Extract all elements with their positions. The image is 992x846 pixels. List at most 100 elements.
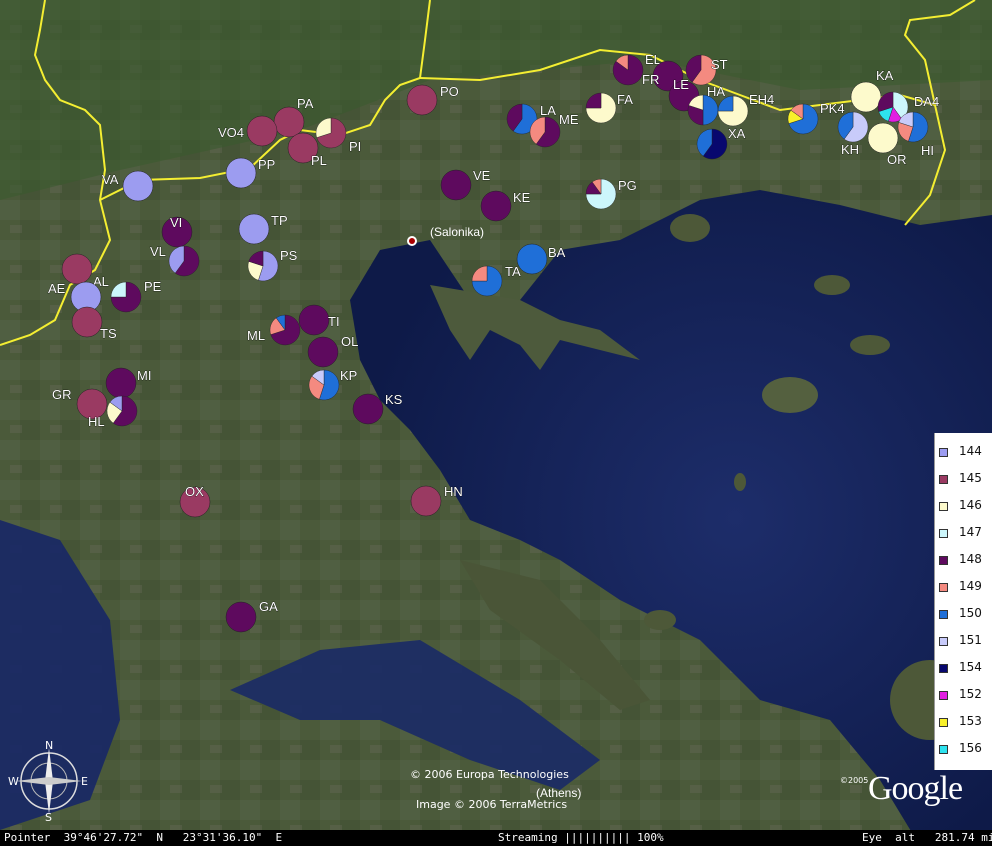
google-logo: Google xyxy=(868,770,963,807)
pie-slice-145 xyxy=(71,306,103,338)
site-label: PK4 xyxy=(820,101,845,116)
legend-swatch xyxy=(939,610,948,619)
legend-label: 145 xyxy=(959,471,982,485)
legend-label: 156 xyxy=(959,741,982,755)
site-label: BA xyxy=(548,245,566,260)
legend-label: 153 xyxy=(959,714,982,728)
haplotype-legend: 144 145 146 147 148 149 150 151 154 152 … xyxy=(934,433,992,770)
site-label: PP xyxy=(258,157,275,172)
legend-item: 156 xyxy=(937,738,989,758)
site-label: PS xyxy=(280,248,298,263)
site-label: TI xyxy=(328,314,340,329)
pie-slice-144 xyxy=(122,170,154,202)
site-label: HN xyxy=(444,484,463,499)
site-label: LA xyxy=(540,103,556,118)
legend-swatch xyxy=(939,475,948,484)
site-label: VE xyxy=(473,168,491,183)
site-label: VA xyxy=(102,172,119,187)
legend-label: 144 xyxy=(959,444,982,458)
pie-slice-145 xyxy=(273,106,305,138)
thasos-island xyxy=(670,214,710,242)
legend-swatch xyxy=(939,691,948,700)
city-marker-dot xyxy=(409,238,415,244)
pie-slice-145 xyxy=(410,485,442,517)
compass-n: N xyxy=(45,740,53,752)
pie-slice-145 xyxy=(246,115,278,147)
pie-slice-145 xyxy=(406,84,438,116)
compass-needle-horizontal xyxy=(16,777,82,785)
pie-slice-146 xyxy=(850,81,882,113)
credit-europa: © 2006 Europa Technologies xyxy=(410,768,569,781)
legend-swatch xyxy=(939,502,948,511)
site-label: TA xyxy=(505,264,521,279)
legend-item: 144 xyxy=(937,441,989,461)
google-year: ©2005 xyxy=(840,776,869,785)
streaming-status: Streaming |||||||||| 100% xyxy=(498,831,664,844)
compass-w: W xyxy=(8,775,19,788)
pie-slice-144 xyxy=(238,213,270,245)
legend-label: 148 xyxy=(959,552,982,566)
site-label: GA xyxy=(259,599,278,614)
legend-item: 154 xyxy=(937,657,989,677)
compass-s: S xyxy=(45,811,52,822)
city-label: (Salonika) xyxy=(430,225,484,239)
site-label: MI xyxy=(137,368,151,383)
legend-label: 154 xyxy=(959,660,982,674)
site-label: PI xyxy=(349,139,361,154)
legend-label: 152 xyxy=(959,687,982,701)
legend-swatch xyxy=(939,637,948,646)
site-label: AE xyxy=(48,281,66,296)
legend-item: 149 xyxy=(937,576,989,596)
site-label: XA xyxy=(728,126,746,141)
samothraki-island xyxy=(814,275,850,295)
pie-slice-148 xyxy=(225,601,257,633)
skyros-island xyxy=(644,610,676,630)
legend-label: 149 xyxy=(959,579,982,593)
compass-icon[interactable]: N S W E xyxy=(8,740,90,822)
pointer-coordinates: Pointer 39°46'27.72" N 23°31'36.10" E xyxy=(4,831,283,844)
compass-e: E xyxy=(81,775,88,788)
site-label: PA xyxy=(297,96,314,111)
legend-swatch xyxy=(939,745,948,754)
pie-slice-148 xyxy=(440,169,472,201)
pie-slice-146 xyxy=(867,122,899,154)
site-label: KS xyxy=(385,392,403,407)
legend-item: 150 xyxy=(937,603,989,623)
site-label: FR xyxy=(642,72,659,87)
pie-slice-148 xyxy=(480,190,512,222)
lemnos-island xyxy=(762,377,818,413)
legend-swatch xyxy=(939,718,948,727)
site-label: PO xyxy=(440,84,459,99)
legend-item: 147 xyxy=(937,522,989,542)
site-label: ML xyxy=(247,328,265,343)
satellite-map[interactable]: (Salonika) (Athens) PAPOVO4PIPLPPVATPPSV… xyxy=(0,0,992,846)
pie-slice-148 xyxy=(307,336,339,368)
site-label: GR xyxy=(52,387,72,402)
site-label: VI xyxy=(170,215,182,230)
site-label: OR xyxy=(887,152,907,167)
pie-slice-148 xyxy=(105,367,137,399)
legend-label: 147 xyxy=(959,525,982,539)
legend-label: 150 xyxy=(959,606,982,620)
pie-slice-150 xyxy=(516,243,548,275)
legend-swatch xyxy=(939,664,948,673)
site-label: LE xyxy=(673,77,689,92)
legend-item: 145 xyxy=(937,468,989,488)
agios-efstratios-island xyxy=(734,473,746,491)
imbros-island xyxy=(850,335,890,355)
eye-altitude: Eye alt 281.74 mi xyxy=(862,831,992,844)
legend-item: 153 xyxy=(937,711,989,731)
site-label: ME xyxy=(559,112,579,127)
site-label: PE xyxy=(144,279,162,294)
site-label: KP xyxy=(340,368,357,383)
site-label: HI xyxy=(921,143,934,158)
site-label: FA xyxy=(617,92,633,107)
site-label: KE xyxy=(513,190,531,205)
site-label: OX xyxy=(185,484,204,499)
pie-slice-144 xyxy=(225,157,257,189)
legend-item: 148 xyxy=(937,549,989,569)
site-label: KH xyxy=(841,142,859,157)
legend-swatch xyxy=(939,583,948,592)
pie-slice-148 xyxy=(352,393,384,425)
site-label: KA xyxy=(876,68,894,83)
